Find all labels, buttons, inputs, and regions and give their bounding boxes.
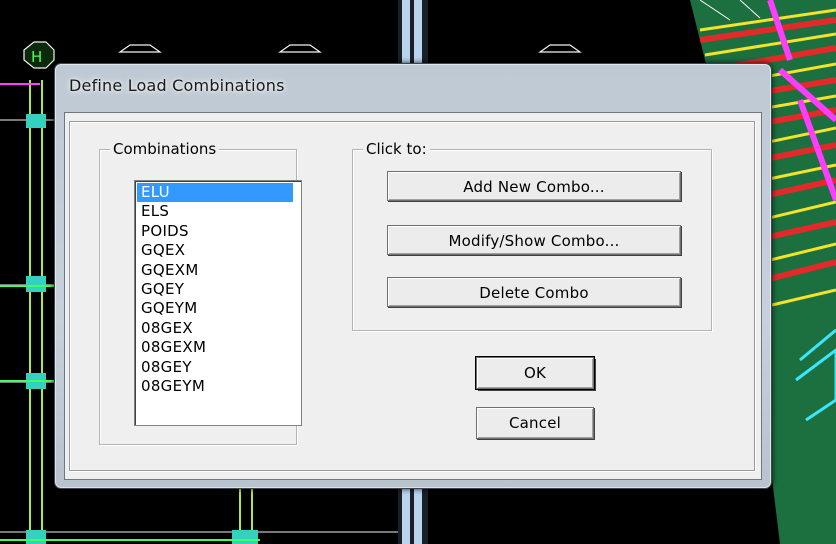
combination-item[interactable]: GQEXM bbox=[137, 261, 293, 280]
combination-item[interactable]: POIDS bbox=[137, 222, 293, 241]
combinations-group: Combinations ELU ELS POIDS GQEX GQEXM GQEY GQE… bbox=[99, 139, 302, 445]
combinations-list: ELU ELS POIDS GQEX GQEXM GQEY GQEYM 08GEX 08GEXM… bbox=[135, 181, 301, 396]
add-new-combo-button[interactable]: Add New Combo... bbox=[387, 171, 681, 201]
combination-item[interactable]: ELS bbox=[137, 202, 293, 221]
combination-item[interactable]: 08GEYM bbox=[137, 377, 293, 396]
dialog-content: Combinations ELU ELS POIDS GQEX GQEXM GQEY GQE… bbox=[64, 112, 754, 472]
combination-item[interactable]: GQEY bbox=[137, 280, 293, 299]
cancel-button[interactable]: Cancel bbox=[476, 407, 594, 439]
combinations-listbox[interactable]: ELU ELS POIDS GQEX GQEXM GQEY GQEYM 08GEX 08GEXM… bbox=[134, 180, 302, 426]
dialog-title: Define Load Combinations bbox=[69, 76, 285, 95]
combination-item[interactable]: GQEYM bbox=[137, 299, 293, 318]
combination-item[interactable]: GQEX bbox=[137, 241, 293, 260]
modify-show-combo-button[interactable]: Modify/Show Combo... bbox=[387, 225, 681, 255]
delete-combo-button[interactable]: Delete Combo bbox=[387, 277, 681, 307]
combination-item[interactable]: 08GEX bbox=[137, 319, 293, 338]
ok-button[interactable]: OK bbox=[476, 357, 594, 389]
click-to-group-label: Click to: bbox=[363, 139, 430, 159]
combination-item[interactable]: ELU bbox=[137, 183, 293, 203]
combination-item[interactable]: 08GEXM bbox=[137, 338, 293, 357]
combination-item[interactable]: 08GEY bbox=[137, 358, 293, 377]
combinations-group-label: Combinations bbox=[110, 139, 220, 159]
grid-bubble-label: H bbox=[31, 48, 42, 66]
